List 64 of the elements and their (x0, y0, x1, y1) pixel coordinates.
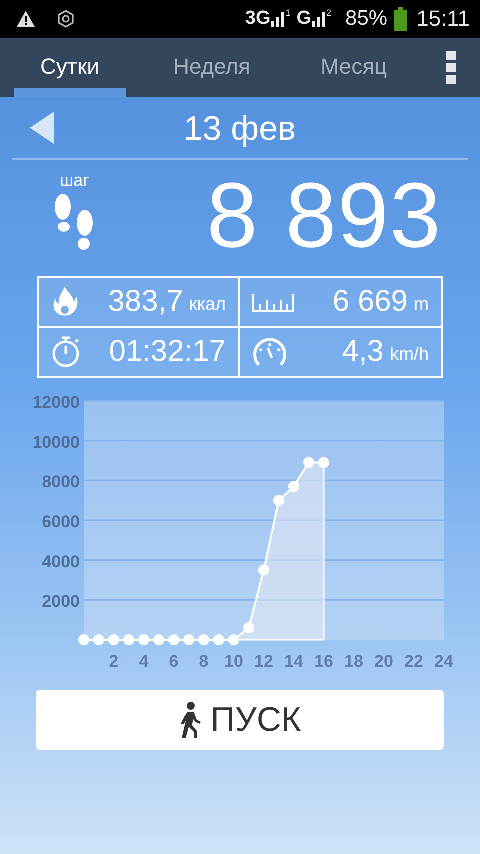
data-point (304, 457, 314, 468)
data-point (244, 622, 254, 634)
sim-number: 1 (286, 8, 291, 18)
axis-label: 10000 (32, 432, 80, 452)
axis-label: 14 (284, 652, 304, 671)
data-point (198, 634, 210, 646)
axis-label: 16 (314, 652, 334, 671)
stat-unit: m (414, 294, 429, 314)
stat-value: 4,3 (342, 335, 384, 369)
axis-label: 2 (109, 652, 119, 671)
data-point (274, 495, 284, 506)
hexagon-icon (56, 9, 76, 29)
axis-label: 8000 (42, 472, 80, 492)
data-point (94, 634, 104, 646)
axis-label: 6 (169, 652, 179, 671)
axis-label: 10 (224, 652, 244, 671)
tab[interactable]: Неделя (156, 38, 268, 97)
data-point (168, 634, 180, 646)
axis-label: 4000 (42, 552, 80, 572)
stat-value: 01:32:17 (109, 335, 226, 369)
ruler-icon (252, 292, 294, 312)
walking-person-icon (178, 702, 201, 738)
axis-label: 20 (374, 652, 394, 671)
data-point (154, 634, 164, 646)
axis-label: 18 (344, 652, 364, 671)
data-point (228, 634, 240, 646)
battery-percent: 85% (346, 7, 388, 31)
stat-unit: km/h (390, 344, 429, 364)
network-type: G (296, 8, 312, 30)
axis-label: 12 (254, 652, 274, 671)
axis-label: 6000 (42, 512, 80, 532)
tab[interactable]: Сутки (14, 38, 126, 97)
axis-label: 24 (434, 652, 454, 671)
data-point (318, 457, 330, 468)
stopwatch-icon (51, 335, 81, 369)
data-point (108, 634, 120, 646)
network-type: 3G (245, 8, 271, 30)
sim-number: 2 (326, 8, 332, 18)
signal-icon (312, 11, 326, 27)
start-button[interactable]: ПУСК (36, 690, 444, 750)
axis-label: 8 (199, 652, 209, 671)
battery-icon (394, 7, 407, 31)
data-point (124, 634, 134, 646)
data-point (184, 634, 194, 646)
tab[interactable]: Месяц (298, 38, 410, 97)
clock: 15:11 (416, 6, 470, 32)
stat-unit: ккал (189, 294, 226, 314)
data-point (258, 564, 270, 576)
data-point (78, 634, 90, 646)
stat-value: 6 669 (332, 285, 408, 319)
steps-label: шаг (60, 171, 90, 191)
date-title: 13 фев (184, 110, 296, 148)
signal-icon (270, 11, 285, 27)
stat-value: 383,7 (108, 285, 184, 319)
axis-label: 2000 (42, 592, 80, 612)
axis-label: 4 (139, 652, 149, 671)
speedometer-icon (252, 337, 288, 367)
axis-label: 12000 (32, 393, 80, 412)
axis-label: 22 (404, 652, 424, 671)
data-point (214, 634, 224, 646)
data-point (288, 481, 300, 492)
warning-icon (16, 10, 36, 28)
step-count: 8 893 (206, 164, 442, 268)
data-point (138, 634, 150, 646)
